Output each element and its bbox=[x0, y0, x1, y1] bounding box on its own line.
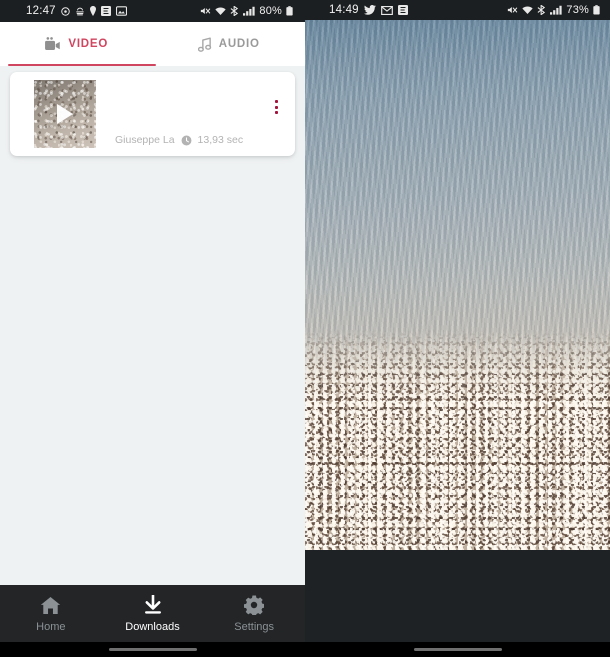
nav-item-settings[interactable]: Settings bbox=[203, 594, 305, 633]
kebab-dot bbox=[275, 111, 278, 114]
download-item-meta: Giuseppe La 13,93 sec bbox=[115, 134, 243, 146]
downloads-list: Giuseppe La 13,93 sec bbox=[0, 66, 305, 585]
kebab-menu-icon[interactable] bbox=[275, 100, 278, 114]
app-e-icon bbox=[100, 6, 111, 16]
left-status-bar-right-group: 80% bbox=[200, 5, 293, 17]
download-icon bbox=[143, 594, 163, 616]
left-phone-screen: 12:47 80% VIDEO AUDIO Giuseppe La 13,93 … bbox=[0, 0, 305, 657]
nav-item-downloads[interactable]: Downloads bbox=[102, 594, 204, 633]
battery-icon bbox=[286, 6, 293, 16]
mute-icon bbox=[200, 6, 211, 16]
signal-icon bbox=[550, 5, 563, 15]
nav-item-home[interactable]: Home bbox=[0, 594, 102, 633]
bottom-navigation-bar: Home Downloads Settings bbox=[0, 585, 305, 657]
gesture-navigation-area bbox=[305, 642, 610, 657]
tab-video-label: VIDEO bbox=[68, 38, 109, 50]
left-status-bar-left-group: 12:47 bbox=[26, 5, 127, 17]
video-player-surface[interactable] bbox=[305, 0, 610, 550]
kebab-dot bbox=[275, 105, 278, 109]
twitter-icon bbox=[363, 5, 376, 15]
video-camera-icon bbox=[44, 37, 61, 51]
media-type-tabbar: VIDEO AUDIO bbox=[0, 22, 305, 66]
kebab-dot bbox=[275, 100, 278, 103]
nav-item-downloads-label: Downloads bbox=[125, 621, 180, 633]
status-bar-battery-percent: 80% bbox=[259, 5, 282, 17]
status-bar-time: 12:47 bbox=[26, 5, 56, 17]
pebble-beach-frame bbox=[305, 330, 610, 550]
tab-audio[interactable]: AUDIO bbox=[153, 22, 306, 66]
right-status-bar-left-group: 14:49 bbox=[329, 4, 408, 16]
download-item-author: Giuseppe La bbox=[115, 134, 175, 146]
clock-icon bbox=[181, 135, 192, 146]
right-status-bar: 14:49 73% bbox=[305, 0, 610, 20]
tab-video[interactable]: VIDEO bbox=[0, 22, 153, 66]
wifi-icon bbox=[522, 5, 534, 15]
right-phone-screen: 14:49 73% bbox=[305, 0, 610, 657]
right-status-bar-right-group: 73% bbox=[507, 4, 600, 16]
mute-icon bbox=[507, 5, 518, 15]
battery-icon bbox=[593, 5, 600, 15]
play-icon bbox=[57, 104, 73, 124]
nav-item-home-label: Home bbox=[36, 621, 66, 633]
weather-icon bbox=[75, 7, 85, 16]
status-bar-battery-percent: 73% bbox=[566, 4, 589, 16]
gesture-bar[interactable] bbox=[413, 647, 502, 652]
left-status-bar: 12:47 80% bbox=[0, 0, 305, 22]
tab-audio-label: AUDIO bbox=[218, 38, 260, 50]
gear-icon bbox=[244, 594, 265, 616]
video-letterbox-area bbox=[305, 550, 610, 642]
download-item-card[interactable]: Giuseppe La 13,93 sec bbox=[10, 72, 295, 156]
bluetooth-icon bbox=[537, 5, 546, 15]
wifi-icon bbox=[215, 6, 227, 16]
gesture-navigation-area bbox=[0, 642, 305, 657]
home-icon bbox=[40, 594, 61, 616]
pin-icon bbox=[89, 6, 96, 16]
nav-item-settings-label: Settings bbox=[234, 621, 275, 633]
dual-screenshot-container: 12:47 80% VIDEO AUDIO Giuseppe La 13,93 … bbox=[0, 0, 610, 657]
bluetooth-icon bbox=[230, 6, 239, 16]
app-e-icon bbox=[397, 5, 408, 15]
video-thumbnail[interactable] bbox=[34, 80, 96, 148]
gallery-icon bbox=[115, 6, 127, 16]
signal-icon bbox=[243, 6, 256, 16]
bottom-nav-items: Home Downloads Settings bbox=[0, 585, 305, 642]
location-icon bbox=[61, 6, 70, 16]
gesture-bar[interactable] bbox=[108, 647, 197, 652]
gmail-icon bbox=[380, 5, 393, 15]
music-note-icon bbox=[197, 36, 212, 52]
download-item-duration: 13,93 sec bbox=[197, 134, 244, 146]
status-bar-time: 14:49 bbox=[329, 4, 359, 16]
